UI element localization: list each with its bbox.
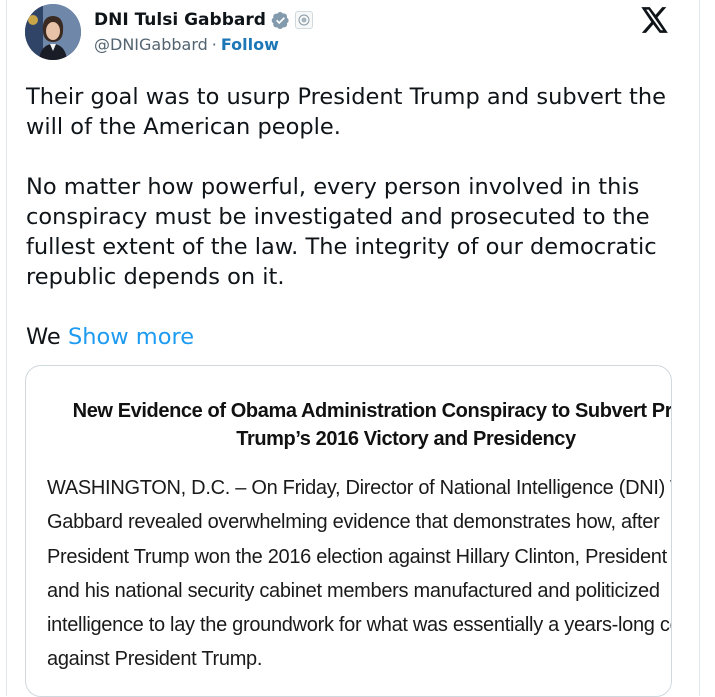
document-body-line: and his national security cabinet member… [47, 579, 660, 602]
document-body-line: against President Trump. [47, 648, 263, 671]
embedded-document-image[interactable]: New Evidence of Obama Administration Con… [25, 365, 672, 697]
document-body-line: WASHINGTON, D.C. – On Friday, Director o… [47, 477, 672, 499]
show-more-link[interactable]: Show more [68, 324, 194, 350]
author-name[interactable]: DNI Tulsi Gabbard [94, 10, 266, 30]
document-title-line: Trump’s 2016 Victory and Presidency [236, 428, 576, 450]
verified-badge-icon[interactable] [271, 11, 290, 30]
tweet-text: Their goal was to usurp President Trump … [26, 82, 676, 352]
tweet-paragraph: Their goal was to usurp President Trump … [26, 84, 666, 140]
document-title: New Evidence of Obama Administration Con… [26, 397, 672, 453]
truncated-text: We [26, 324, 61, 350]
government-affiliation-icon[interactable] [294, 11, 313, 29]
document-title-line: New Evidence of Obama Administration Con… [72, 400, 672, 422]
follow-button[interactable]: Follow [221, 35, 279, 54]
document-body-line: President Trump won the 2016 election ag… [47, 545, 672, 568]
document-body-line: intelligence to lay the groundwork for w… [47, 614, 672, 637]
document-body-line: Gabbard revealed overwhelming evidence t… [47, 511, 660, 534]
tweet-paragraph: No matter how powerful, every person inv… [26, 174, 657, 290]
x-logo-icon[interactable] [641, 7, 669, 33]
handle-separator: · [211, 35, 217, 54]
handle-row: @DNIGabbard · Follow [94, 35, 279, 54]
author-avatar[interactable] [25, 4, 81, 60]
document-body: WASHINGTON, D.C. – On Friday, Director o… [47, 471, 672, 677]
author-name-row: DNI Tulsi Gabbard [94, 8, 313, 32]
author-handle[interactable]: @DNIGabbard [94, 35, 208, 54]
tweet-truncated-paragraph: We Show more [26, 322, 676, 352]
